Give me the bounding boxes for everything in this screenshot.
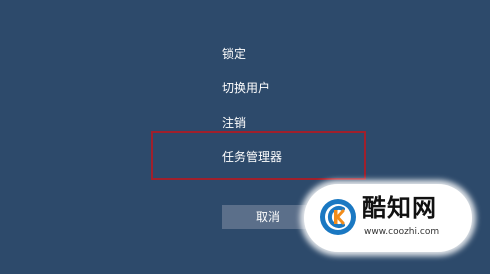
coozhi-logo-icon bbox=[320, 199, 356, 235]
ctrl-alt-del-screen: 锁定 切换用户 注销 任务管理器 取消 酷知网 www.coozhi.com bbox=[0, 0, 490, 274]
watermark-brand: 酷知网 bbox=[362, 194, 437, 222]
sign-out-option[interactable]: 注销 bbox=[222, 115, 246, 131]
cancel-button[interactable]: 取消 bbox=[222, 205, 314, 229]
lock-option[interactable]: 锁定 bbox=[222, 46, 246, 62]
watermark: 酷知网 www.coozhi.com bbox=[304, 184, 472, 252]
watermark-url: www.coozhi.com bbox=[364, 227, 440, 237]
switch-user-option[interactable]: 切换用户 bbox=[222, 80, 270, 96]
highlight-annotation-box bbox=[151, 131, 366, 180]
